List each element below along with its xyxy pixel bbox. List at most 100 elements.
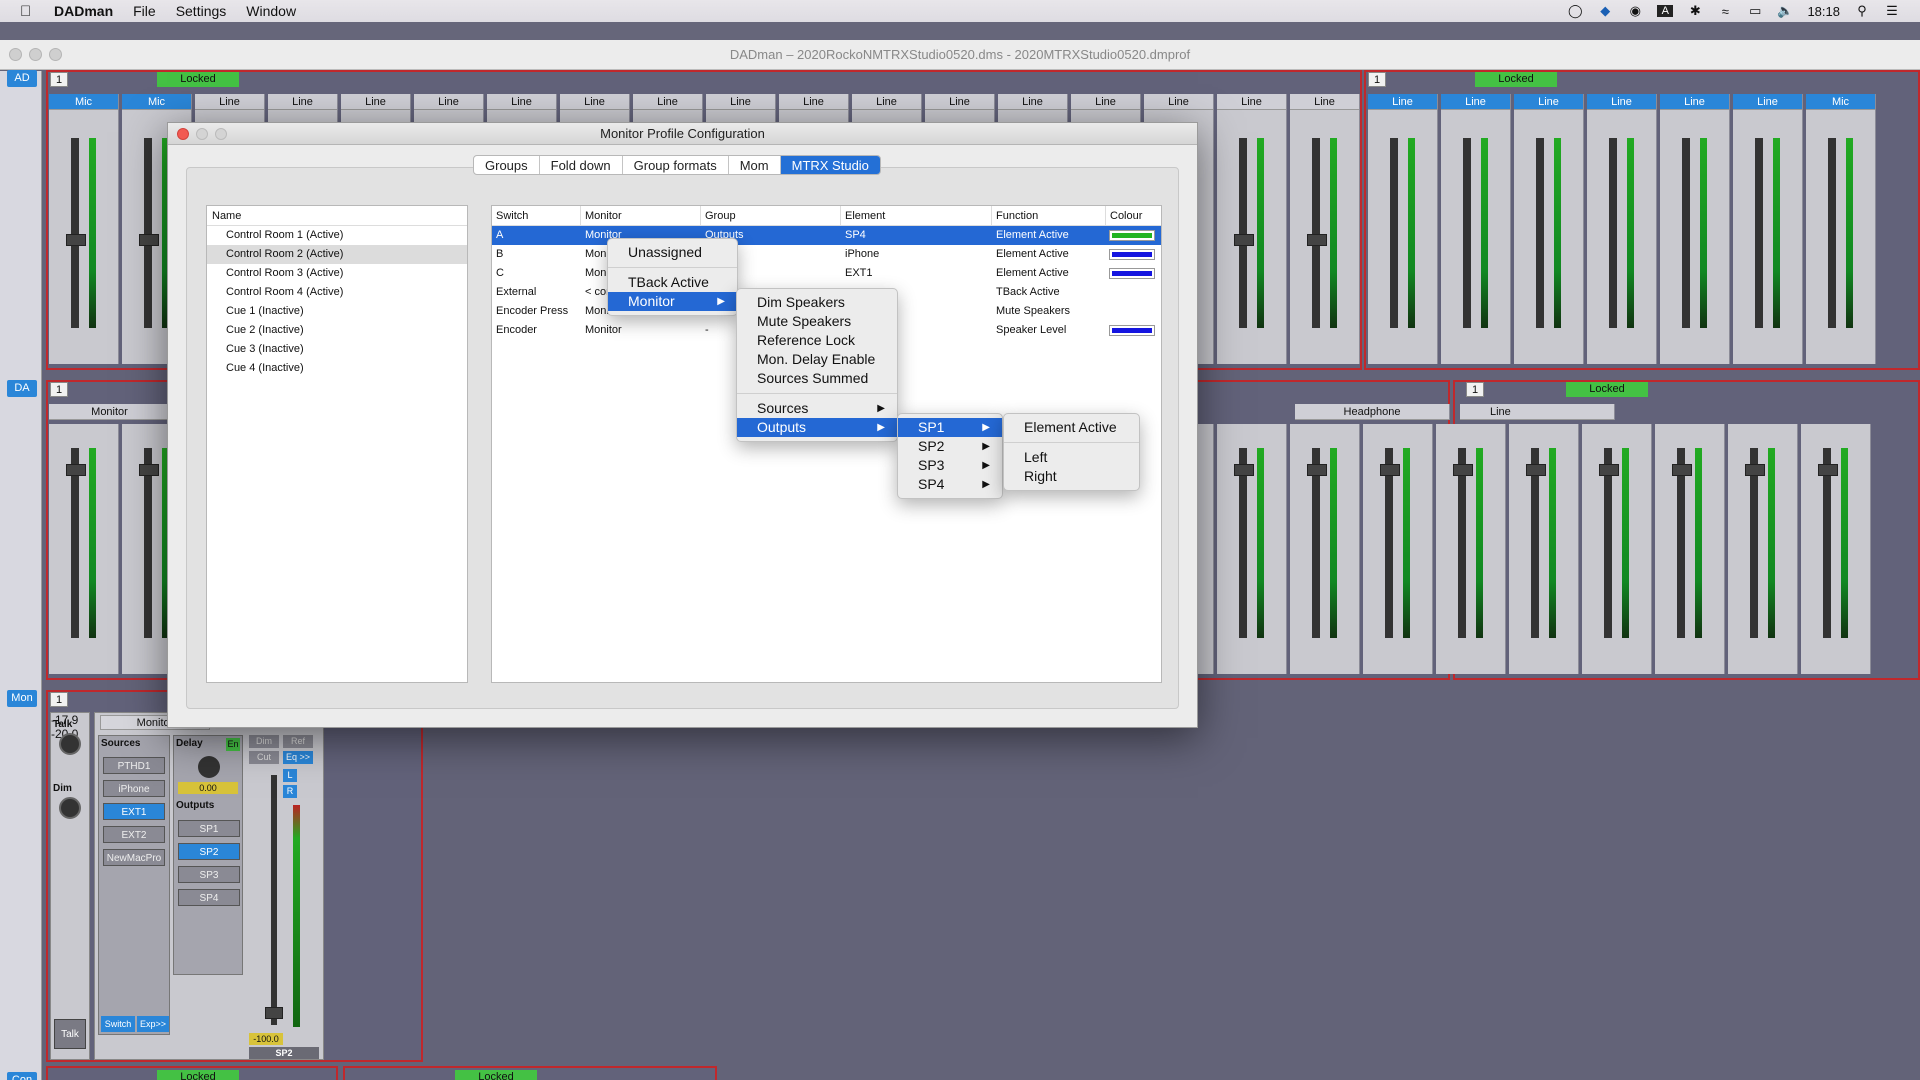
name-list-row[interactable]: Cue 2 (Inactive) xyxy=(207,321,467,340)
section-ad-button[interactable]: AD xyxy=(7,70,37,87)
fader-handle[interactable] xyxy=(1818,464,1838,476)
menu-file[interactable]: File xyxy=(133,3,156,19)
col-switch[interactable]: Switch xyxy=(492,206,581,225)
channel-type-header[interactable]: Line xyxy=(925,94,994,110)
channel-type-header[interactable]: Line xyxy=(633,94,702,110)
tab-mtrx-studio[interactable]: MTRX Studio xyxy=(780,156,880,174)
source-button[interactable]: EXT1 xyxy=(103,803,165,820)
menu-item-dim-speakers[interactable]: Dim Speakers xyxy=(737,293,897,312)
channel-type-header[interactable]: Line xyxy=(487,94,556,110)
dim-button[interactable]: Dim xyxy=(249,735,279,748)
dialog-minimize-button[interactable] xyxy=(196,128,208,140)
col-colour[interactable]: Colour xyxy=(1106,206,1161,225)
channel-type-header[interactable]: Line xyxy=(1217,94,1286,110)
dialog-close-button[interactable] xyxy=(177,128,189,140)
channel-type-header[interactable]: Line xyxy=(1441,94,1510,110)
colour-swatch[interactable] xyxy=(1109,325,1155,336)
table-row[interactable]: BMonitsiPhoneElement Active xyxy=(492,245,1161,264)
menu-item-sp2[interactable]: SP2 ▶ xyxy=(898,437,1002,456)
menu-item-right[interactable]: Right xyxy=(1004,467,1139,486)
channel-type-header[interactable]: Line xyxy=(1290,94,1359,110)
menu-item-sp4[interactable]: SP4 ▶ xyxy=(898,475,1002,494)
tab-fold-down[interactable]: Fold down xyxy=(540,156,623,174)
channel-type-header[interactable]: Line xyxy=(1660,94,1729,110)
dialog-zoom-button[interactable] xyxy=(215,128,227,140)
fader-handle[interactable] xyxy=(139,234,159,246)
name-list-row[interactable]: Cue 4 (Inactive) xyxy=(207,359,467,378)
channel-type-header[interactable]: Mic xyxy=(122,94,191,110)
output-button[interactable]: SP4 xyxy=(178,889,240,906)
airplay-icon[interactable]: ▭ xyxy=(1747,3,1763,19)
source-button[interactable]: iPhone xyxy=(103,780,165,797)
channel-type-header[interactable]: Line xyxy=(1071,94,1140,110)
channel-type-header[interactable]: Line xyxy=(195,94,264,110)
colour-swatch[interactable] xyxy=(1109,249,1155,260)
fader-handle[interactable] xyxy=(1380,464,1400,476)
fader-handle[interactable] xyxy=(1526,464,1546,476)
channel-type-header[interactable]: Line xyxy=(560,94,629,110)
menu-item-sp1[interactable]: SP1 ▶ xyxy=(898,418,1002,437)
left-button[interactable]: L xyxy=(283,769,297,782)
name-list-row[interactable]: Control Room 4 (Active) xyxy=(207,283,467,302)
menu-item-reference-lock[interactable]: Reference Lock xyxy=(737,331,897,350)
channel-type-header[interactable]: Line xyxy=(706,94,775,110)
output-button[interactable]: SP2 xyxy=(178,843,240,860)
clock[interactable]: 18:18 xyxy=(1807,4,1840,19)
cell-colour[interactable] xyxy=(1106,226,1161,245)
channel-type-header[interactable]: Line xyxy=(1587,94,1656,110)
fader-handle[interactable] xyxy=(1599,464,1619,476)
fader-handle[interactable] xyxy=(66,464,86,476)
talk-button[interactable]: Talk xyxy=(54,1019,86,1049)
apple-icon[interactable]:  xyxy=(20,3,42,20)
col-group[interactable]: Group xyxy=(701,206,841,225)
name-list-row[interactable]: Control Room 3 (Active) xyxy=(207,264,467,283)
section-da-button[interactable]: DA xyxy=(7,380,37,397)
dropbox-icon[interactable]: ◆ xyxy=(1597,3,1613,19)
channel-type-header[interactable]: Line xyxy=(1733,94,1802,110)
app-status-icon[interactable]: ◉ xyxy=(1627,3,1643,19)
menu-item-tback-active[interactable]: TBack Active xyxy=(608,273,737,292)
source-button[interactable]: EXT2 xyxy=(103,826,165,843)
window-close-button[interactable] xyxy=(9,48,22,61)
window-zoom-button[interactable] xyxy=(49,48,62,61)
switch-button[interactable]: Switch xyxy=(101,1016,135,1032)
section-con-button[interactable]: Con xyxy=(7,1072,37,1080)
menu-item-outputs[interactable]: Outputs ▶ xyxy=(737,418,897,437)
cell-colour[interactable] xyxy=(1106,245,1161,264)
col-monitor[interactable]: Monitor xyxy=(581,206,701,225)
cell-colour[interactable] xyxy=(1106,264,1161,283)
source-button[interactable]: NewMacPro xyxy=(103,849,165,866)
fader-handle[interactable] xyxy=(1234,234,1254,246)
menu-window[interactable]: Window xyxy=(246,3,296,19)
fader-handle[interactable] xyxy=(1453,464,1473,476)
name-list-row[interactable]: Cue 3 (Inactive) xyxy=(207,340,467,359)
channel-type-header[interactable]: Line xyxy=(268,94,337,110)
menu-item-mute-speakers[interactable]: Mute Speakers xyxy=(737,312,897,331)
menu-item-element-active[interactable]: Element Active xyxy=(1004,418,1139,437)
tab-group-formats[interactable]: Group formats xyxy=(623,156,729,174)
fader-handle[interactable] xyxy=(1745,464,1765,476)
colour-swatch[interactable] xyxy=(1109,230,1155,241)
control-center-icon[interactable]: ☰ xyxy=(1884,3,1900,19)
name-list-row[interactable]: Control Room 1 (Active) xyxy=(207,226,467,245)
bluetooth-icon[interactable]: ✱ xyxy=(1687,3,1703,19)
channel-type-header[interactable]: Line xyxy=(998,94,1067,110)
source-button[interactable]: PTHD1 xyxy=(103,757,165,774)
channel-type-header[interactable]: Line xyxy=(1514,94,1583,110)
delay-knob[interactable] xyxy=(198,756,220,778)
output-button[interactable]: SP1 xyxy=(178,820,240,837)
bell-icon[interactable]: ◯ xyxy=(1567,3,1583,19)
output-fader-handle[interactable] xyxy=(265,1007,283,1019)
channel-type-header[interactable]: Line xyxy=(341,94,410,110)
channel-type-header[interactable]: Line xyxy=(852,94,921,110)
cell-colour[interactable] xyxy=(1106,302,1161,321)
menu-item-sources-summed[interactable]: Sources Summed xyxy=(737,369,897,388)
col-element[interactable]: Element xyxy=(841,206,992,225)
fader-handle[interactable] xyxy=(139,464,159,476)
tab-groups[interactable]: Groups xyxy=(474,156,540,174)
channel-type-header[interactable]: Mic xyxy=(49,94,118,110)
section-mon-button[interactable]: Mon xyxy=(7,690,37,707)
cell-colour[interactable] xyxy=(1106,321,1161,340)
menu-item-mon-delay-enable[interactable]: Mon. Delay Enable xyxy=(737,350,897,369)
menu-item-monitor[interactable]: Monitor ▶ xyxy=(608,292,737,311)
